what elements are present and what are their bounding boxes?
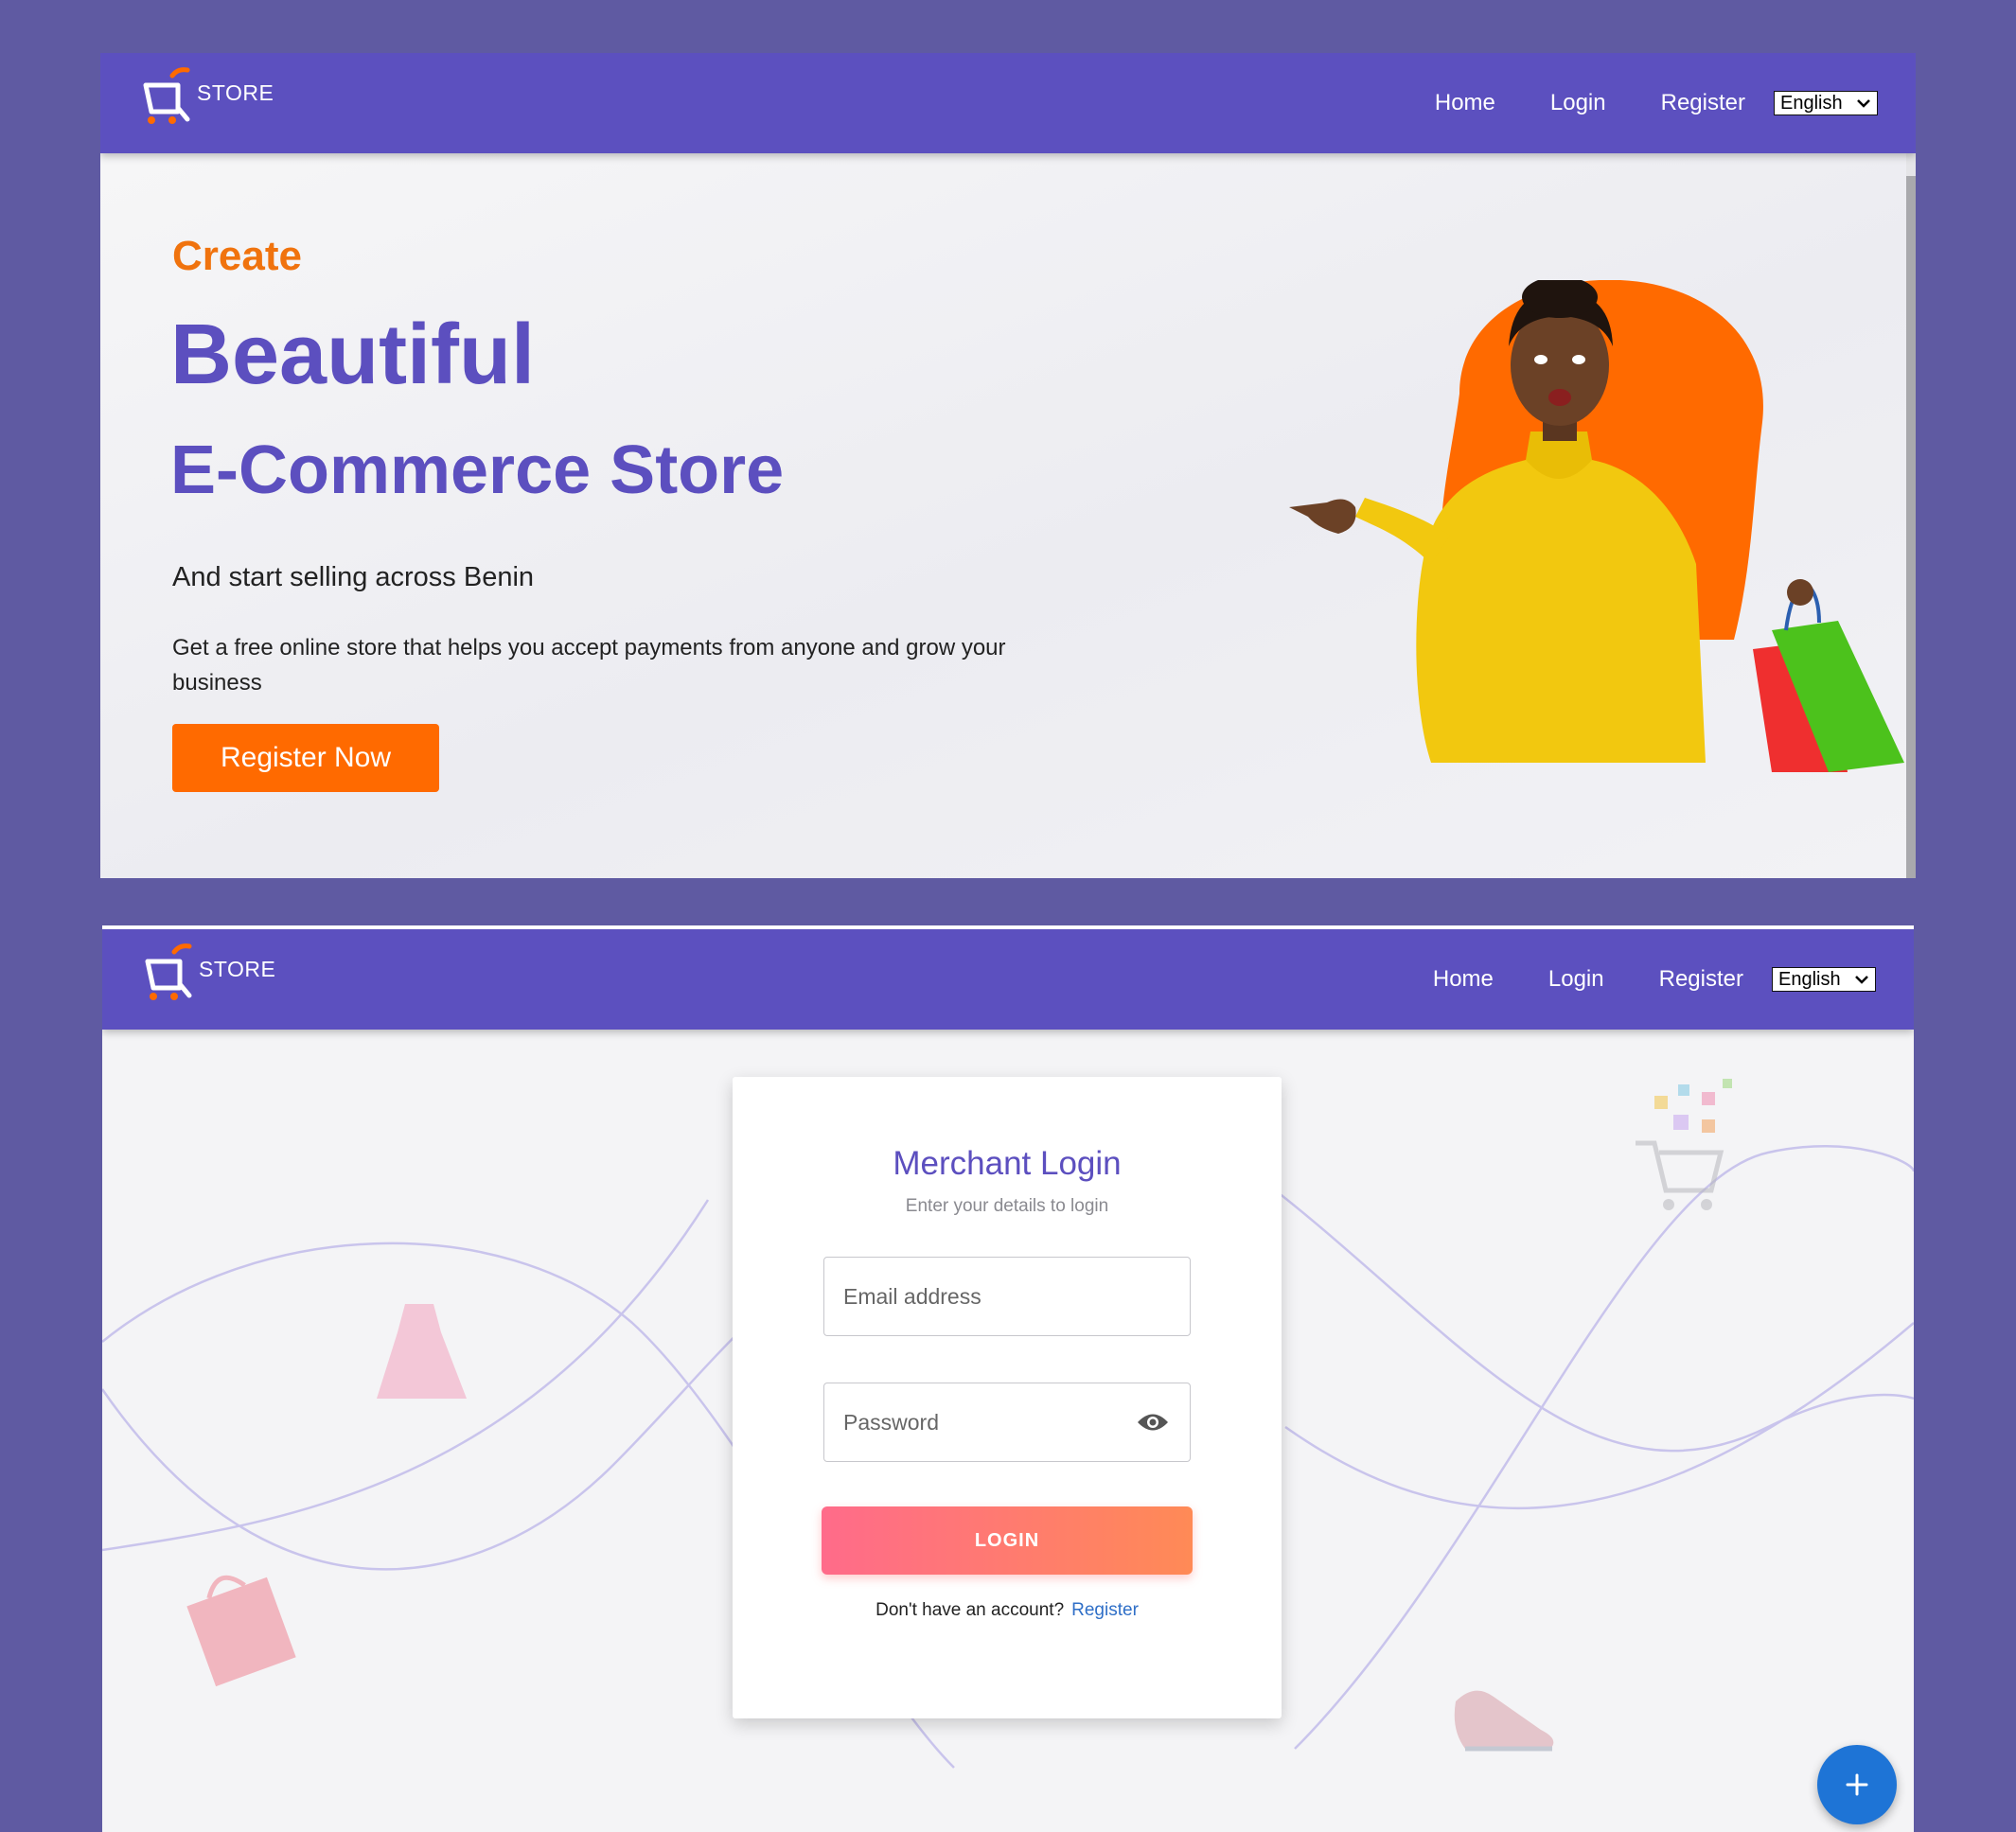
language-select[interactable]: English: [1772, 967, 1876, 992]
hero-headline-beautiful: Beautiful: [170, 308, 536, 402]
hero-subtitle: And start selling across Benin: [172, 562, 535, 592]
login-button[interactable]: LOGIN: [822, 1506, 1193, 1575]
login-subtitle: Enter your details to login: [905, 1196, 1109, 1216]
shopping-cart-icon: [1636, 1079, 1732, 1210]
language-value: English: [1780, 92, 1843, 114]
login-title: Merchant Login: [893, 1145, 1122, 1182]
nav-links-login: Home Login Register English: [1433, 929, 1876, 1030]
nav-login-link[interactable]: Login: [1548, 966, 1604, 993]
nav-home-link[interactable]: Home: [1433, 966, 1494, 993]
brand-logo-login[interactable]: STORE: [142, 942, 275, 1001]
email-placeholder: Email address: [843, 1283, 981, 1309]
nav-register-link[interactable]: Register: [1659, 966, 1743, 993]
nav-home-link[interactable]: Home: [1435, 90, 1495, 116]
eye-icon[interactable]: [1137, 1410, 1169, 1435]
hero-headline-store: E-Commerce Store: [170, 432, 785, 508]
register-now-button[interactable]: Register Now: [172, 724, 439, 792]
nav-register-link[interactable]: Register: [1661, 90, 1745, 116]
yellow-sweater: [1416, 460, 1706, 763]
cart-logo-icon: [145, 943, 192, 1000]
floating-action-button[interactable]: [1817, 1745, 1897, 1824]
brand-logo[interactable]: STORE: [140, 66, 274, 125]
landing-page: STORE Home Login Register English Create…: [100, 53, 1916, 878]
password-field[interactable]: Password: [823, 1383, 1191, 1462]
login-page: STORE Home Login Register English Mercha…: [102, 925, 1914, 1832]
hero-create-label: Create: [172, 233, 302, 279]
language-value: English: [1778, 968, 1841, 990]
chevron-down-icon: [1857, 99, 1870, 108]
nav-login-link[interactable]: Login: [1550, 90, 1606, 116]
cart-logo-icon: [143, 67, 190, 124]
language-select[interactable]: English: [1774, 91, 1878, 115]
hero-description: Get a free online store that helps you a…: [172, 635, 1006, 696]
shopping-woman-illustration: [1289, 280, 1904, 772]
no-account-row: Don't have an account? Register: [733, 1600, 1282, 1621]
register-link[interactable]: Register: [1071, 1600, 1139, 1620]
email-field[interactable]: Email address: [823, 1257, 1191, 1336]
chevron-down-icon: [1855, 976, 1868, 984]
top-navbar-login: STORE Home Login Register English: [102, 929, 1914, 1030]
login-card: Merchant Login Enter your details to log…: [733, 1077, 1282, 1718]
top-navbar: STORE Home Login Register English: [100, 53, 1916, 153]
logo-text: STORE: [199, 957, 276, 981]
logo-text: STORE: [197, 80, 274, 105]
shopping-bag-icon: [186, 1575, 296, 1687]
dress-icon: [377, 1304, 467, 1399]
sneaker-icon: [1454, 1690, 1554, 1752]
scrollbar-thumb[interactable]: [1906, 176, 1916, 878]
no-account-text: Don't have an account?: [875, 1600, 1065, 1620]
nav-links: Home Login Register English: [1435, 53, 1878, 153]
password-placeholder: Password: [843, 1409, 939, 1435]
plus-icon: [1846, 1773, 1868, 1796]
